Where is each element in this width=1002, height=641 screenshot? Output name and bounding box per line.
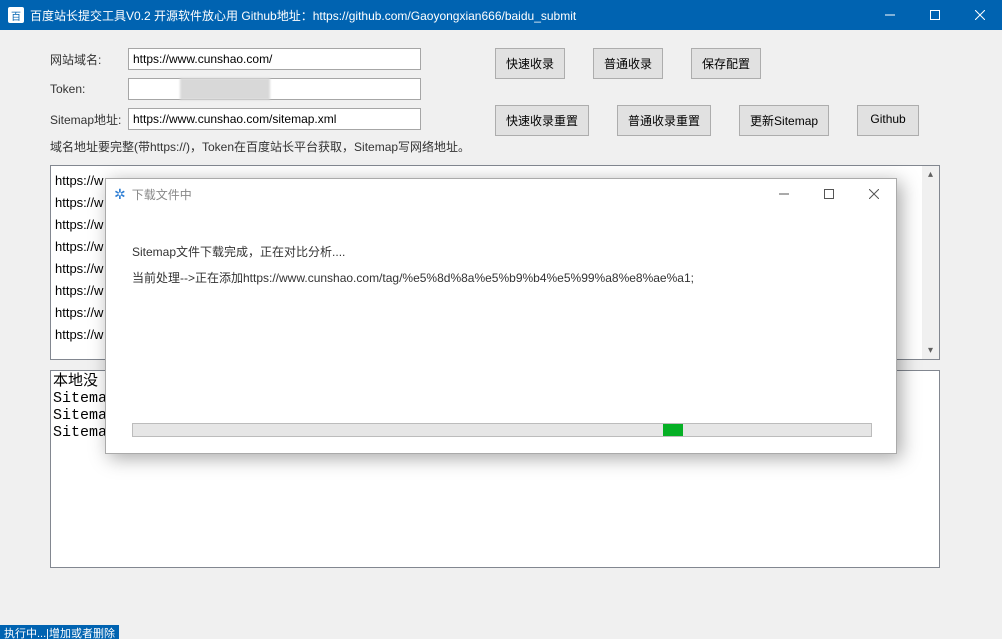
token-label: Token:	[50, 82, 128, 96]
token-input[interactable]	[128, 78, 421, 100]
close-button[interactable]	[957, 0, 1002, 30]
app-icon: 百	[8, 7, 24, 23]
status-bar: 执行中...|增加或者删除	[0, 625, 119, 639]
maximize-icon	[930, 10, 940, 20]
save-config-button[interactable]: 保存配置	[691, 48, 761, 79]
close-icon	[975, 10, 985, 20]
domain-input[interactable]	[128, 48, 421, 70]
progress-chunk	[663, 424, 683, 436]
sitemap-label: Sitemap地址:	[50, 111, 128, 128]
maximize-button[interactable]	[912, 0, 957, 30]
dialog-maximize-button[interactable]	[806, 179, 851, 209]
sitemap-input[interactable]	[128, 108, 421, 130]
token-blur-overlay	[180, 78, 270, 100]
dialog-minimize-button[interactable]	[761, 179, 806, 209]
normal-reset-button[interactable]: 普通收录重置	[617, 105, 711, 136]
titlebar: 百 百度站长提交工具V0.2 开源软件放心用 Github地址：https://…	[0, 0, 1002, 30]
minimize-button[interactable]	[867, 0, 912, 30]
minimize-icon	[779, 189, 789, 199]
minimize-icon	[885, 10, 895, 20]
fast-include-button[interactable]: 快速收录	[495, 48, 565, 79]
scrollbar[interactable]: ▴ ▾	[922, 166, 939, 359]
fast-reset-button[interactable]: 快速收录重置	[495, 105, 589, 136]
maximize-icon	[824, 189, 834, 199]
download-dialog: ✲ 下载文件中 Sitemap文件下载完成，正在对比分析.... 当前处理-->…	[105, 178, 897, 454]
dialog-close-button[interactable]	[851, 179, 896, 209]
scroll-up-icon[interactable]: ▴	[922, 166, 939, 183]
hint-text: 域名地址要完整(带https://)，Token在百度站长平台获取，Sitema…	[50, 138, 952, 155]
close-icon	[869, 189, 879, 199]
github-button[interactable]: Github	[857, 105, 919, 136]
dialog-icon: ✲	[114, 186, 126, 203]
scroll-down-icon[interactable]: ▾	[922, 342, 939, 359]
dialog-status-line1: Sitemap文件下载完成，正在对比分析....	[132, 239, 870, 265]
dialog-status-line2: 当前处理-->正在添加https://www.cunshao.com/tag/%…	[132, 265, 870, 291]
progress-bar	[132, 423, 872, 437]
update-sitemap-button[interactable]: 更新Sitemap	[739, 105, 829, 136]
titlebar-text: 百度站长提交工具V0.2 开源软件放心用 Github地址：https://gi…	[30, 7, 576, 24]
dialog-title: 下载文件中	[132, 186, 192, 203]
normal-include-button[interactable]: 普通收录	[593, 48, 663, 79]
domain-label: 网站域名:	[50, 51, 128, 68]
